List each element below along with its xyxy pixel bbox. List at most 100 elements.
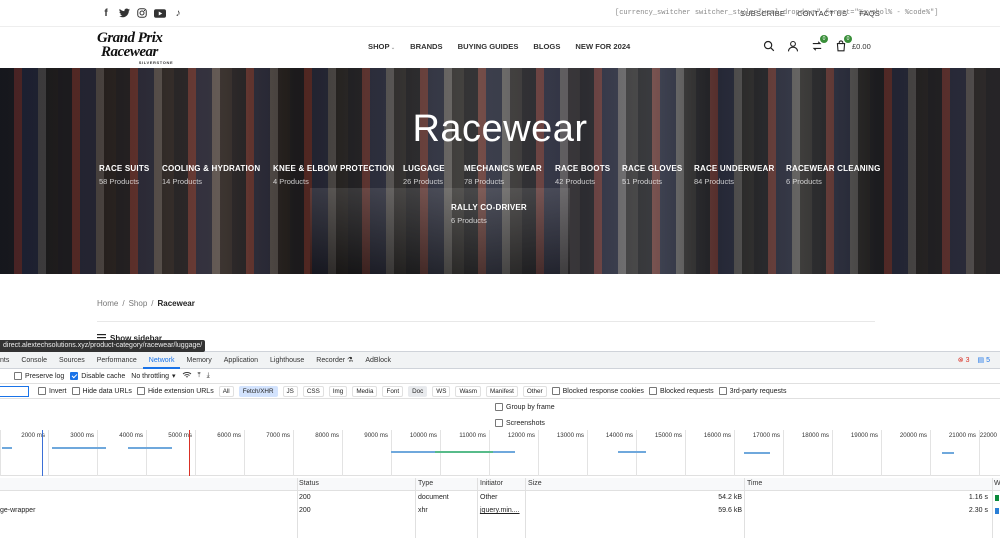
cart-count-badge: 0 — [844, 35, 852, 43]
column-initiator[interactable]: Initiator — [480, 480, 503, 487]
request-time: 1.16 s — [968, 494, 988, 501]
subcategory-name: KNEE & ELBOW PROTECTION — [273, 164, 395, 173]
blocked-cookies-checkbox[interactable]: Blocked response cookies — [551, 387, 644, 395]
site-logo[interactable]: Grand Prix Racewear SILVERSTONE — [97, 31, 215, 66]
hide-data-urls-label: Hide data URLs — [82, 387, 132, 395]
tiktok-icon[interactable]: ♪ — [172, 7, 184, 19]
checkbox — [551, 387, 560, 395]
subcategory-name: RALLY CO-DRIVER — [451, 203, 527, 212]
account-icon[interactable] — [786, 39, 800, 53]
disable-cache-checkbox[interactable]: Disable cache — [70, 372, 125, 380]
subcategory-item[interactable]: MECHANICS WEAR 78 Products — [464, 164, 542, 186]
filter-doc[interactable]: Doc — [408, 385, 428, 397]
filter-fetch-xhr[interactable]: Fetch/XHR — [238, 385, 278, 397]
tab-elements[interactable]: nts — [0, 352, 15, 369]
nav-shop-label: SHOP — [368, 42, 390, 51]
nav-shop[interactable]: SHOP ⌄ — [368, 42, 395, 51]
request-bar — [52, 447, 106, 449]
filter-input[interactable] — [0, 385, 29, 397]
tab-application[interactable]: Application — [218, 352, 264, 369]
request-initiator-link[interactable]: jquery.min.... — [480, 507, 520, 514]
subcategory-item[interactable]: KNEE & ELBOW PROTECTION 4 Products — [273, 164, 395, 186]
invert-checkbox[interactable]: Invert — [38, 387, 67, 395]
youtube-icon[interactable] — [154, 7, 166, 19]
subcategory-item[interactable]: RACE GLOVES 51 Products — [622, 164, 682, 186]
subcategory-item[interactable]: RALLY CO-DRIVER 6 Products — [451, 203, 527, 225]
filter-media[interactable]: Media — [352, 385, 378, 397]
filter-wasm[interactable]: Wasm — [455, 385, 482, 397]
breadcrumb-shop[interactable]: Shop — [129, 299, 148, 308]
column-size[interactable]: Size — [528, 480, 542, 487]
filter-ws[interactable]: WS — [432, 385, 451, 397]
throttling-select[interactable]: No throttling ▾ — [131, 372, 175, 381]
screenshots-checkbox[interactable]: Screenshots — [495, 419, 555, 427]
tab-sources[interactable]: Sources — [53, 352, 91, 369]
third-party-checkbox[interactable]: 3rd-party requests — [718, 387, 786, 395]
message-count[interactable]: ▤ 5 — [978, 356, 990, 364]
page-title: Racewear — [412, 108, 588, 150]
column-type[interactable]: Type — [418, 480, 433, 487]
checkbox — [71, 387, 80, 395]
subcategory-item[interactable]: LUGGAGE 26 Products — [403, 164, 445, 186]
screenshots-label: Screenshots — [506, 419, 545, 427]
subcategory-item[interactable]: COOLING & HYDRATION 14 Products — [162, 164, 260, 186]
wifi-icon[interactable] — [182, 371, 192, 381]
breadcrumb-home[interactable]: Home — [97, 299, 118, 308]
error-count[interactable]: ⊗ 3 — [958, 356, 970, 364]
tab-adblock[interactable]: AdBlock — [359, 352, 397, 369]
filter-font[interactable]: Font — [382, 385, 404, 397]
tab-recorder[interactable]: Recorder ⚗ — [310, 352, 359, 369]
subcategory-item[interactable]: RACEWEAR CLEANING 6 Products — [786, 164, 881, 186]
disable-cache-label: Disable cache — [81, 372, 126, 380]
filter-js[interactable]: JS — [282, 385, 298, 397]
table-row[interactable]: 200 document Other 54.2 kB 1.16 s — [0, 492, 1000, 505]
network-overview-timeline[interactable]: 2000 ms 3000 ms 4000 ms 5000 ms 6000 ms … — [0, 430, 1000, 476]
table-row[interactable]: ge-wrapper 200 xhr jquery.min.... 59.6 k… — [0, 505, 1000, 518]
filter-css[interactable]: CSS — [302, 385, 324, 397]
request-bar — [942, 452, 954, 454]
nav-new-for-2024[interactable]: NEW FOR 2024 — [575, 42, 630, 51]
nav-brands[interactable]: BRANDS — [410, 42, 443, 51]
cart-icon[interactable]: 0 — [834, 35, 852, 53]
waterfall-bar — [995, 495, 999, 501]
subcategory-item[interactable]: RACE UNDERWEAR 84 Products — [694, 164, 774, 186]
category-hero: Racewear RACE SUITS 58 Products COOLING &… — [0, 68, 1000, 274]
tab-performance[interactable]: Performance — [91, 352, 143, 369]
filter-img[interactable]: Img — [328, 385, 348, 397]
tick-label: 3000 ms — [70, 432, 94, 439]
filter-other[interactable]: Other — [522, 385, 547, 397]
twitter-icon[interactable] — [118, 7, 130, 19]
hide-extension-urls-checkbox[interactable]: Hide extension URLs — [136, 387, 214, 395]
preserve-log-checkbox[interactable]: Preserve log — [14, 372, 64, 380]
subcategory-count: 6 Products — [786, 177, 822, 186]
facebook-icon[interactable]: f — [100, 7, 112, 19]
request-type: xhr — [418, 507, 428, 514]
filter-all[interactable]: All — [218, 385, 234, 397]
tab-memory[interactable]: Memory — [180, 352, 217, 369]
hide-data-urls-checkbox[interactable]: Hide data URLs — [71, 387, 132, 395]
download-icon[interactable]: ⤓ — [207, 372, 210, 380]
nav-blogs[interactable]: BLOGS — [533, 42, 560, 51]
tick-label: 8000 ms — [315, 432, 339, 439]
group-by-frame-checkbox[interactable]: Group by frame — [495, 403, 555, 411]
header-icons: 0 0 £0.00 — [762, 35, 871, 53]
nav-buying-guides[interactable]: BUYING GUIDES — [458, 42, 519, 51]
column-waterfall[interactable]: W — [994, 480, 1000, 487]
cart-total[interactable]: £0.00 — [852, 42, 871, 51]
upload-icon[interactable]: ⤒ — [198, 372, 201, 380]
blocked-requests-checkbox[interactable]: Blocked requests — [648, 387, 714, 395]
search-icon[interactable] — [762, 39, 776, 53]
tab-console[interactable]: Console — [15, 352, 53, 369]
subcategory-item[interactable]: RACE SUITS 58 Products — [99, 164, 149, 186]
column-status[interactable]: Status — [299, 480, 319, 487]
invert-label: Invert — [49, 387, 67, 395]
subcategory-name: MECHANICS WEAR — [464, 164, 542, 173]
column-time[interactable]: Time — [747, 480, 762, 487]
subcategory-item[interactable]: RACE BOOTS 42 Products — [555, 164, 610, 186]
tab-network[interactable]: Network — [142, 352, 181, 369]
tab-lighthouse[interactable]: Lighthouse — [264, 352, 310, 369]
instagram-icon[interactable] — [136, 7, 148, 19]
compare-icon[interactable]: 0 — [810, 35, 828, 53]
breadcrumb-separator: / — [151, 299, 154, 308]
filter-manifest[interactable]: Manifest — [486, 385, 518, 397]
